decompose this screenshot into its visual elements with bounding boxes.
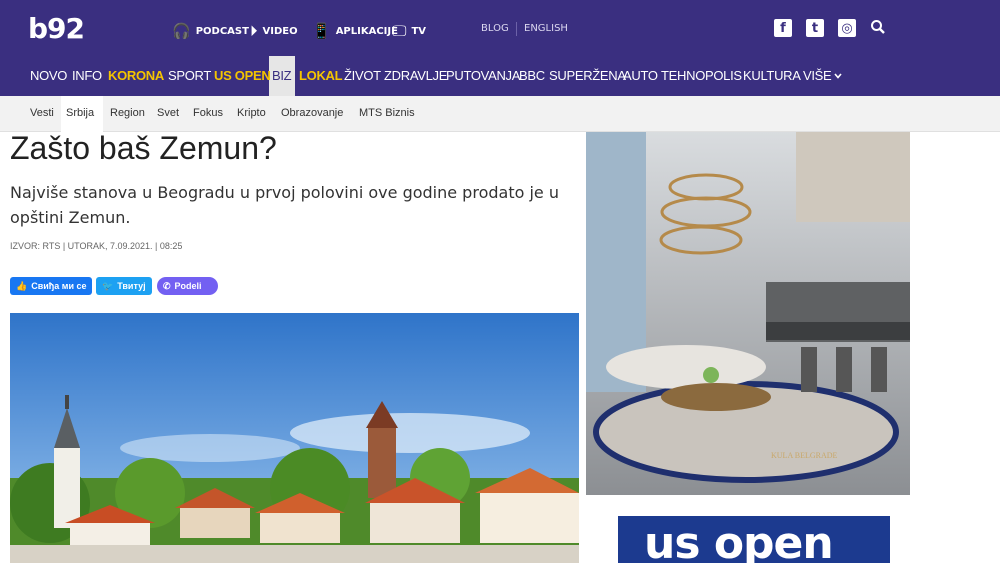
video-link[interactable]: ⏵ VIDEO [250, 22, 298, 40]
subnav-item-region[interactable]: Region [110, 107, 145, 119]
bird-icon: 🐦 [102, 280, 114, 291]
main-nav: NOVO INFO KORONA SPORT US OPEN BIZ LOKAL… [0, 56, 1000, 96]
subnav-item-mts-biznis[interactable]: MTS Biznis [359, 107, 415, 119]
search-icon[interactable] [870, 19, 886, 35]
twitter-icon[interactable]: t [806, 19, 824, 37]
tv-link[interactable]: 🖵 TV [392, 22, 426, 40]
nav-item-zdravlje[interactable]: ZDRAVLJE [384, 68, 447, 83]
site-logo[interactable]: b92 [28, 12, 85, 45]
nav-item-biz[interactable]: BIZ [272, 68, 292, 83]
subnav-item-srbija[interactable]: Srbija [66, 107, 94, 119]
nav-item-info[interactable]: INFO [72, 68, 102, 83]
nav-item-vise[interactable]: VIŠE [803, 68, 832, 83]
article-lead: Najviše stanova u Beogradu u prvoj polov… [10, 183, 559, 227]
nav-item-bbc[interactable]: BBC [519, 68, 545, 83]
twitter-share-button[interactable]: 🐦 Твитуј [96, 277, 152, 295]
apps-link[interactable]: 📱 APLIKACIJE [312, 22, 398, 40]
play-icon: ⏵ [250, 22, 258, 40]
subnav-item-kripto[interactable]: Kripto [237, 107, 266, 119]
ad-us-open-text: us open [644, 518, 834, 563]
nav-item-kultura[interactable]: KULTURA [743, 68, 801, 83]
ad-brand-text: KULA BELGRADE [771, 451, 838, 460]
nav-item-tehnopolis[interactable]: TEHNOPOLIS [661, 68, 742, 83]
podcast-link[interactable]: 🎧 PODCAST [172, 22, 249, 40]
tv-icon: 🖵 [392, 22, 407, 40]
subnav-item-fokus[interactable]: Fokus [193, 107, 223, 119]
nav-item-novo[interactable]: NOVO [30, 68, 67, 83]
nav-item-lokal[interactable]: LOKAL [299, 68, 343, 83]
article-hero-image [10, 313, 579, 563]
facebook-like-button[interactable]: 👍 Свиђа ми се [10, 277, 92, 295]
headphones-icon: 🎧 [172, 22, 191, 40]
nav-item-us-open[interactable]: US OPEN [214, 68, 271, 83]
advertisement-us-open[interactable]: us open [618, 516, 890, 563]
nav-item-zivot[interactable]: ŽIVOT [344, 68, 381, 83]
subnav-item-vesti[interactable]: Vesti [30, 107, 54, 119]
nav-item-auto[interactable]: AUTO [623, 68, 658, 83]
subnav-item-obrazovanje[interactable]: Obrazovanje [281, 107, 343, 119]
chevron-down-icon[interactable] [834, 72, 842, 80]
article-title: Zašto baš Zemun? [10, 130, 277, 166]
sub-nav: Vesti Srbija Region Svet Fokus Kripto Ob… [0, 96, 1000, 132]
viber-share-button[interactable]: ✆ Podeli [157, 277, 218, 295]
facebook-icon[interactable]: f [774, 19, 792, 37]
english-link[interactable]: ENGLISH [524, 23, 568, 34]
instagram-icon[interactable]: ◎ [838, 19, 856, 37]
viber-icon: ✆ [163, 280, 171, 291]
divider [516, 22, 517, 36]
blog-link[interactable]: BLOG [481, 23, 509, 34]
nav-item-putovanja[interactable]: PUTOVANJA [446, 68, 520, 83]
nav-item-sport[interactable]: SPORT [168, 68, 211, 83]
advertisement-interior[interactable]: KULA BELGRADE [586, 132, 910, 495]
thumbs-up-icon: 👍 [16, 280, 28, 291]
nav-item-korona[interactable]: KORONA [108, 68, 164, 83]
article-meta: IZVOR: RTS | UTORAK, 7.09.2021. | 08:25 [10, 241, 183, 251]
phone-icon: 📱 [312, 22, 331, 40]
site-header: b92 🎧 PODCAST ⏵ VIDEO 📱 APLIKACIJE 🖵 TV … [0, 0, 1000, 96]
subnav-item-svet[interactable]: Svet [157, 107, 179, 119]
nav-item-superzena[interactable]: SUPERŽENA [549, 68, 626, 83]
